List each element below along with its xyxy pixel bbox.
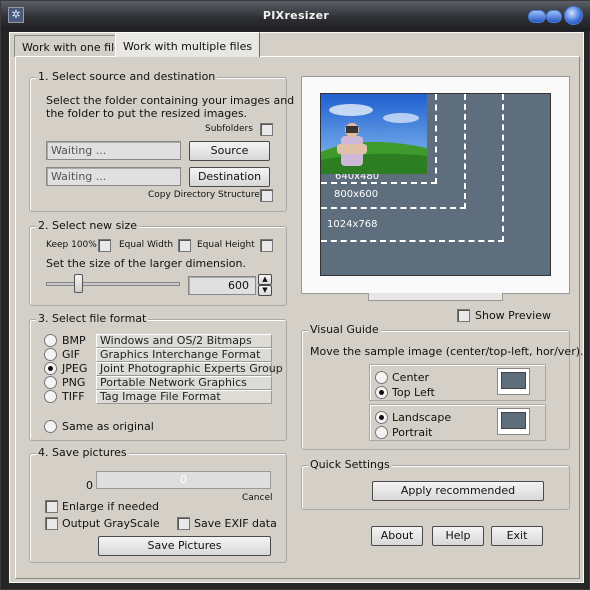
equal-height-label: Equal Height bbox=[197, 240, 255, 250]
top-left-radio[interactable] bbox=[375, 386, 388, 399]
group-title: 3. Select file format bbox=[36, 312, 149, 325]
top-left-label: Top Left bbox=[392, 386, 435, 399]
size-slider-thumb[interactable] bbox=[73, 274, 83, 293]
format-name: PNG bbox=[62, 376, 86, 389]
show-preview-label: Show Preview bbox=[475, 309, 551, 322]
tab-panel: 1. Select source and destination Select … bbox=[15, 56, 584, 579]
save-exif-label: Save EXIF data bbox=[194, 517, 277, 530]
orientation-thumbnail-icon bbox=[497, 408, 530, 435]
quick-settings-group: Quick Settings Apply recommended bbox=[301, 458, 570, 510]
grayscale-label: Output GrayScale bbox=[62, 517, 160, 530]
visual-guide-instruction: Move the sample image (center/top-left, … bbox=[310, 345, 584, 358]
save-exif-checkbox[interactable] bbox=[177, 517, 190, 530]
close-button[interactable] bbox=[564, 6, 583, 25]
source-field[interactable]: Waiting ... bbox=[46, 141, 181, 160]
format-description: Portable Network Graphics bbox=[96, 376, 272, 390]
client-area: Work with one file Work with multiple fi… bbox=[9, 32, 584, 583]
keep-100-label: Keep 100% bbox=[46, 240, 97, 250]
format-radio-gif[interactable] bbox=[44, 348, 57, 361]
monitor-stand bbox=[368, 293, 503, 301]
format-description: Windows and OS/2 Bitmaps bbox=[96, 334, 272, 348]
tab-label: Work with one file bbox=[22, 41, 121, 54]
destination-button[interactable]: Destination bbox=[189, 167, 270, 187]
format-name: JPEG bbox=[62, 362, 88, 375]
size-slider-track[interactable] bbox=[46, 282, 180, 286]
landscape-radio[interactable] bbox=[375, 411, 388, 424]
group-title: 4. Save pictures bbox=[36, 446, 129, 459]
copy-directory-label: Copy Directory Structure bbox=[148, 190, 260, 200]
copy-directory-checkbox[interactable] bbox=[260, 189, 273, 202]
enlarge-label: Enlarge if needed bbox=[62, 500, 159, 513]
size-value-field[interactable]: 600 bbox=[188, 276, 256, 295]
enlarge-checkbox[interactable] bbox=[45, 500, 58, 513]
tab-one-file[interactable]: Work with one file bbox=[14, 35, 129, 57]
format-description: Tag Image File Format bbox=[96, 390, 272, 404]
save-group: 4. Save pictures 0 0 Cancel Enlarge if n… bbox=[29, 446, 287, 563]
grayscale-checkbox[interactable] bbox=[45, 517, 58, 530]
portrait-label: Portrait bbox=[392, 426, 433, 439]
preview-panel: 640x480 800x600 1024x768 bbox=[301, 76, 570, 301]
window-title: PIXresizer bbox=[262, 9, 330, 22]
format-radio-jpeg[interactable] bbox=[44, 362, 57, 375]
source-instructions: Select the folder containing your images… bbox=[46, 94, 295, 107]
preview-screen: 640x480 800x600 1024x768 bbox=[320, 93, 551, 276]
maximize-button[interactable] bbox=[546, 10, 562, 23]
about-button[interactable]: About bbox=[371, 526, 423, 546]
sample-photo bbox=[321, 94, 427, 174]
source-group: 1. Select source and destination Select … bbox=[29, 70, 294, 212]
center-label: Center bbox=[392, 371, 430, 384]
exit-button[interactable]: Exit bbox=[491, 526, 543, 546]
format-name: TIFF bbox=[62, 390, 85, 403]
alignment-thumbnail-icon bbox=[497, 368, 530, 395]
guide-1024-label: 1024x768 bbox=[327, 219, 378, 230]
visual-guide-group: Visual Guide Move the sample image (cent… bbox=[301, 323, 584, 450]
show-preview-checkbox[interactable] bbox=[457, 309, 470, 322]
format-radio-bmp[interactable] bbox=[44, 334, 57, 347]
subfolders-checkbox[interactable] bbox=[260, 123, 273, 136]
tab-label: Work with multiple files bbox=[123, 40, 253, 53]
app-window: ✲ PIXresizer Work with one file Work wit… bbox=[0, 0, 590, 590]
equal-height-checkbox[interactable] bbox=[260, 239, 273, 252]
equal-width-label: Equal Width bbox=[119, 240, 174, 250]
group-title: Quick Settings bbox=[308, 458, 392, 471]
source-button[interactable]: Source bbox=[189, 141, 270, 161]
save-progress-bar: 0 bbox=[96, 471, 271, 489]
group-title: 2. Select new size bbox=[36, 219, 139, 232]
format-radio-tiff[interactable] bbox=[44, 390, 57, 403]
format-name: GIF bbox=[62, 348, 81, 361]
saved-count: 0 bbox=[86, 479, 93, 492]
format-description: Graphics Interchange Format bbox=[96, 348, 272, 362]
destination-field[interactable]: Waiting ... bbox=[46, 167, 181, 186]
help-button[interactable]: Help bbox=[432, 526, 484, 546]
title-bar[interactable]: ✲ PIXresizer bbox=[1, 1, 590, 31]
center-radio[interactable] bbox=[375, 371, 388, 384]
size-group: 2. Select new size Keep 100% Equal Width… bbox=[29, 219, 287, 306]
alignment-options: Center Top Left bbox=[369, 364, 546, 401]
format-name: BMP bbox=[62, 334, 86, 347]
group-title: 1. Select source and destination bbox=[36, 70, 218, 83]
portrait-radio[interactable] bbox=[375, 426, 388, 439]
same-as-original-radio[interactable] bbox=[44, 420, 57, 433]
guide-800-label: 800x600 bbox=[334, 189, 379, 200]
equal-width-checkbox[interactable] bbox=[178, 239, 191, 252]
minimize-button[interactable] bbox=[528, 10, 546, 23]
group-title: Visual Guide bbox=[308, 323, 381, 336]
same-as-original-label: Same as original bbox=[62, 420, 154, 433]
subfolders-label: Subfolders bbox=[205, 124, 253, 134]
cancel-link[interactable]: Cancel bbox=[242, 493, 273, 503]
size-up-button[interactable]: ▲ bbox=[258, 274, 272, 285]
format-description: Joint Photographic Experts Group bbox=[96, 362, 283, 376]
format-radio-png[interactable] bbox=[44, 376, 57, 389]
size-instruction: Set the size of the larger dimension. bbox=[46, 257, 246, 270]
apply-recommended-button[interactable]: Apply recommended bbox=[372, 481, 544, 501]
keep-100-checkbox[interactable] bbox=[98, 239, 111, 252]
size-down-button[interactable]: ▼ bbox=[258, 285, 272, 296]
format-group: 3. Select file format Same as original B… bbox=[29, 312, 287, 441]
orientation-options: Landscape Portrait bbox=[369, 404, 546, 441]
tab-multiple-files[interactable]: Work with multiple files bbox=[115, 32, 261, 57]
save-pictures-button[interactable]: Save Pictures bbox=[98, 536, 271, 556]
source-instructions: the folder to put the resized images. bbox=[46, 107, 248, 120]
landscape-label: Landscape bbox=[392, 411, 452, 424]
